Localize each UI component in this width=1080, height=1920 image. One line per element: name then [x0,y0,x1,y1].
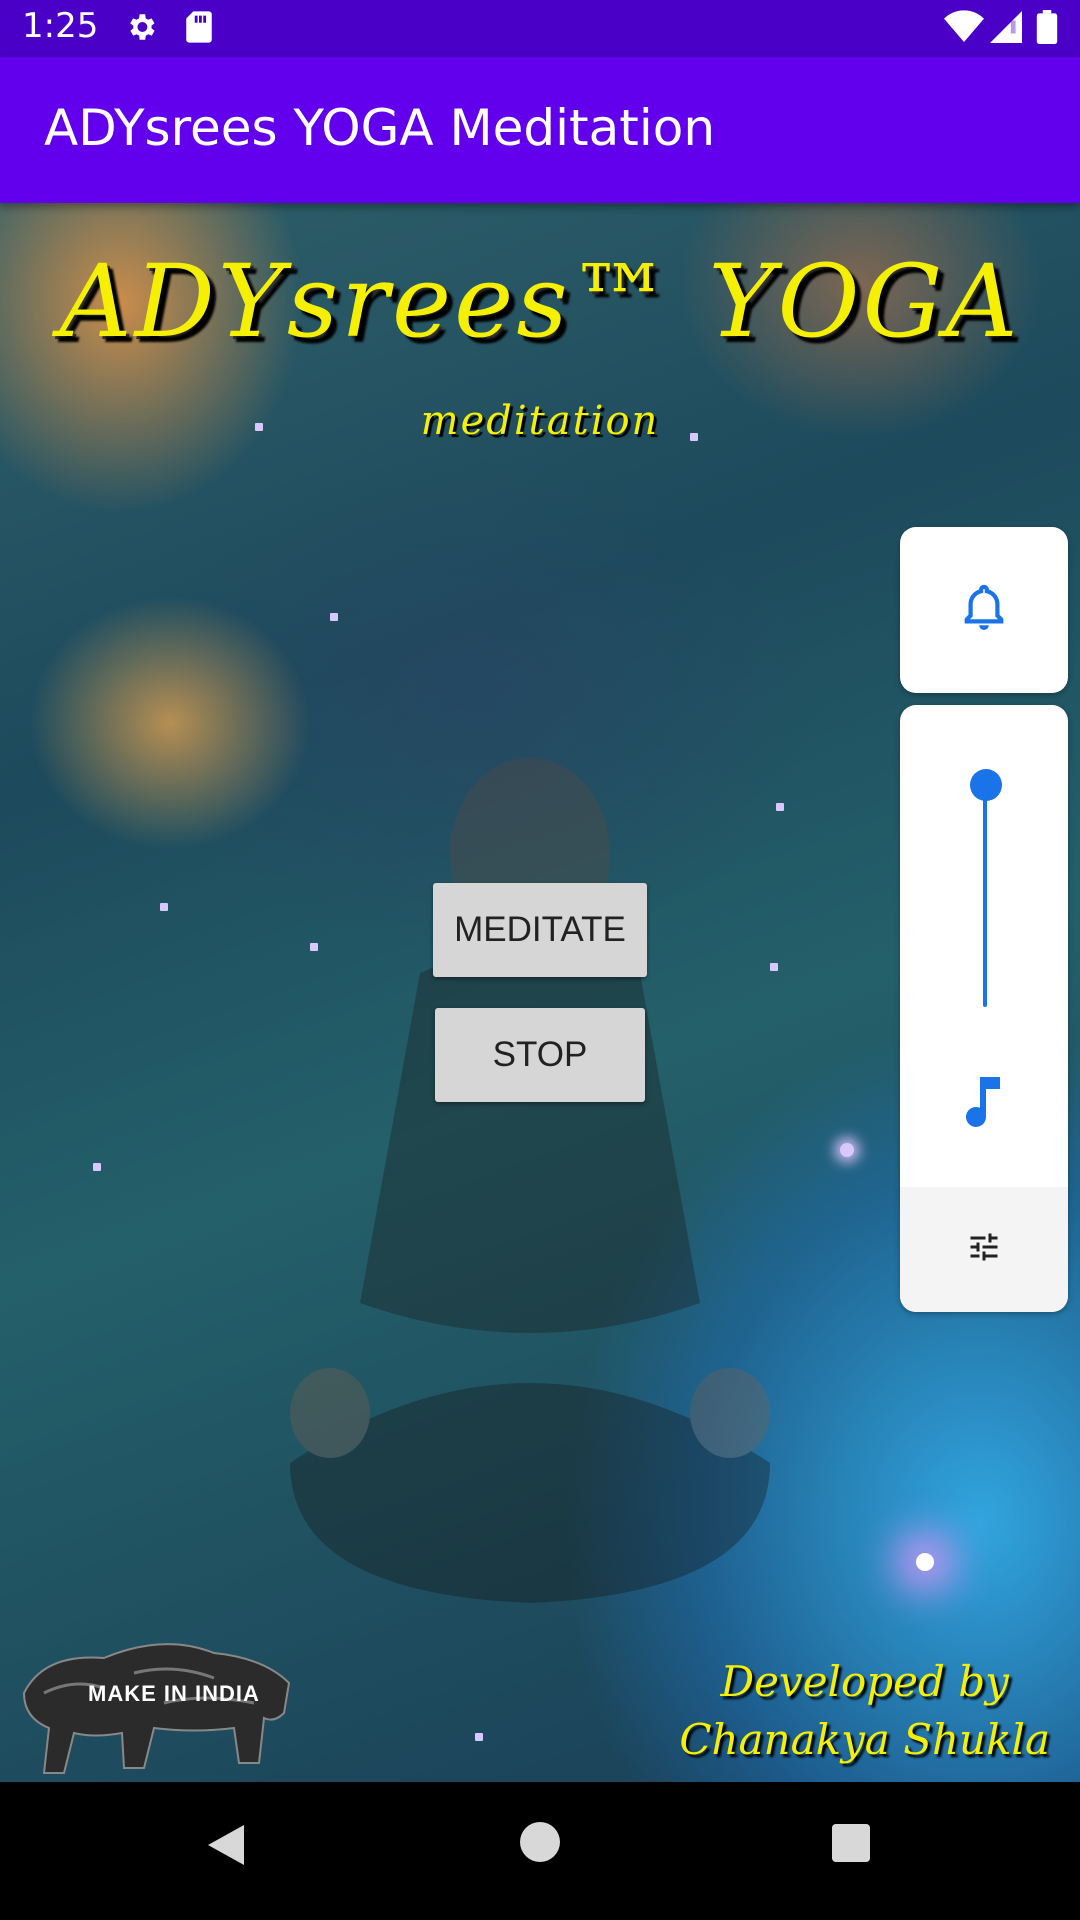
bell-icon [961,583,1007,638]
meditate-button[interactable]: MEDITATE [433,883,647,977]
developer-credits: Developed by Chanakya Shukla [679,1653,1050,1769]
navigation-bar [0,1782,1080,1920]
stop-button[interactable]: STOP [435,1008,645,1102]
star [916,1553,934,1571]
hero-title: ADYsrees™ YOGA [59,243,1021,360]
media-volume-slider-track[interactable] [983,785,987,1007]
battery-icon [1036,10,1058,49]
cell-signal-icon [990,10,1022,49]
star [93,1163,101,1171]
app-title: ADYsrees YOGA Meditation [44,99,716,157]
star [475,1733,483,1741]
star [330,613,338,621]
credits-line-2: Chanakya Shukla [679,1715,1050,1764]
make-in-india-logo: MAKE IN INDIA [14,1633,299,1782]
hero-subtitle: meditation [420,398,660,444]
tune-icon [966,1229,1002,1270]
media-volume-panel [900,705,1068,1312]
status-bar: 1:25 [0,0,1080,57]
volume-settings-button[interactable] [900,1187,1068,1312]
back-icon[interactable] [204,1820,248,1875]
make-in-india-text: MAKE IN INDIA [88,1681,260,1706]
meditating-figure [290,758,770,1603]
ringer-volume-button[interactable] [900,527,1068,693]
sd-card-icon [184,10,214,49]
star [840,1143,854,1157]
music-note-icon [964,1077,1004,1134]
media-volume-slider-thumb[interactable] [970,769,1002,801]
recents-icon[interactable] [832,1824,870,1867]
gear-icon [124,10,158,49]
star [160,903,168,911]
status-time: 1:25 [22,6,99,46]
app-bar: ADYsrees YOGA Meditation [0,57,1080,203]
home-icon[interactable] [520,1822,560,1867]
wifi-icon [944,10,984,49]
credits-line-1: Developed by [720,1657,1009,1706]
